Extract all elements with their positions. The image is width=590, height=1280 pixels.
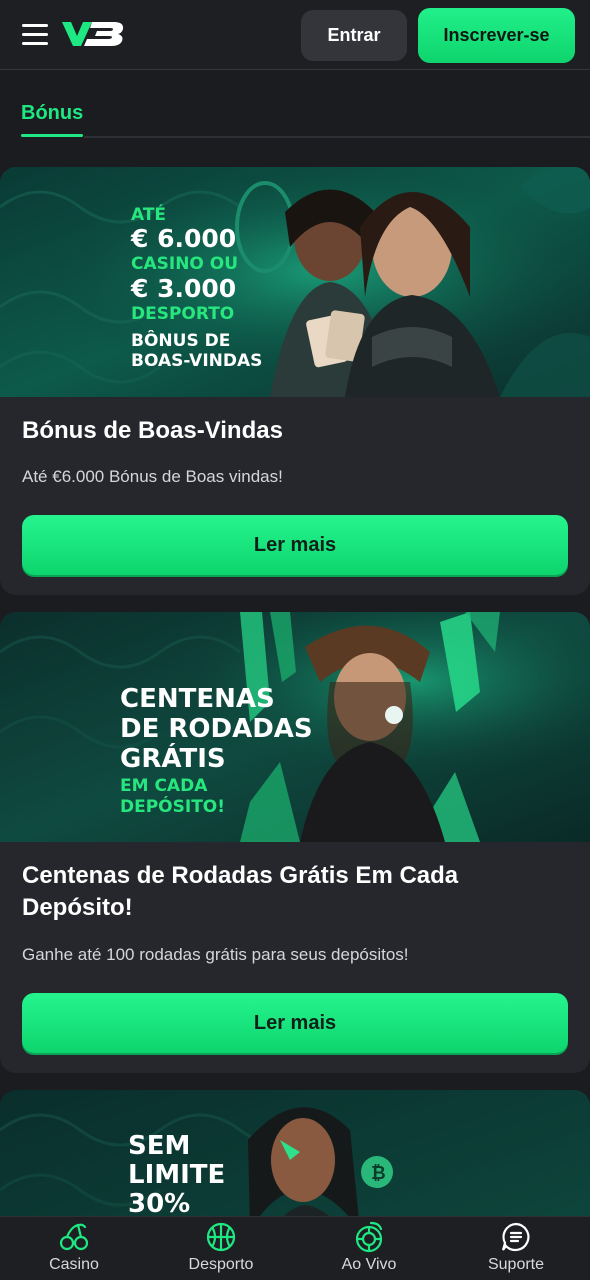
banner-line: CENTENAS	[120, 684, 275, 714]
banner-artwork	[0, 167, 590, 397]
nav-label: Casino	[49, 1256, 99, 1273]
read-more-button[interactable]: Ler mais	[22, 993, 568, 1053]
promo-banner-welcome[interactable]: ATÉ € 6.000 CASINO OU € 3.000 DESPORTO B…	[0, 167, 590, 397]
login-button[interactable]: Entrar	[301, 10, 407, 61]
promo-card-welcome: ATÉ € 6.000 CASINO OU € 3.000 DESPORTO B…	[0, 167, 590, 595]
banner-line: EM CADA	[120, 776, 208, 796]
promo-description: Até €6.000 Bónus de Boas vindas!	[22, 467, 283, 486]
banner-line: DE RODADAS	[120, 714, 313, 744]
banner-line: SEM	[128, 1131, 191, 1161]
nav-label: Suporte	[487, 1256, 545, 1273]
nav-casino[interactable]: Casino	[19, 1217, 129, 1280]
promo-title: Bónus de Boas-Vindas	[22, 417, 283, 444]
nav-sports[interactable]: Desporto	[166, 1217, 276, 1280]
tab-active-indicator	[21, 134, 83, 137]
nav-live[interactable]: Ao Vivo	[314, 1217, 424, 1280]
banner-line: € 6.000	[131, 224, 237, 253]
signup-button[interactable]: Inscrever-se	[418, 8, 575, 63]
cherries-icon	[59, 1223, 89, 1251]
banner-line: ATÉ	[131, 205, 167, 225]
promo-card-free-spins: CENTENAS DE RODADAS GRÁTIS EM CADA DEPÓS…	[0, 612, 590, 1073]
nav-support[interactable]: Suporte	[461, 1217, 571, 1280]
banner-line: GRÁTIS	[120, 744, 226, 774]
chat-icon	[501, 1222, 530, 1252]
promo-banner-free-spins[interactable]: CENTENAS DE RODADAS GRÁTIS EM CADA DEPÓS…	[0, 612, 590, 842]
banner-line: € 3.000	[131, 274, 237, 303]
banner-line: CASINO OU	[131, 254, 239, 274]
bottom-navigation: Casino Desporto Ao Vivo Suporte	[0, 1216, 590, 1280]
basketball-icon	[206, 1222, 236, 1252]
nav-label: Desporto	[188, 1256, 254, 1273]
tab-bar: Bónus	[0, 90, 590, 140]
promo-description: Ganhe até 100 rodadas grátis para seus d…	[22, 945, 409, 964]
banner-line: DEPÓSITO!	[120, 797, 226, 817]
nav-label: Ao Vivo	[341, 1256, 397, 1273]
roulette-icon	[355, 1221, 383, 1253]
banner-line: BÔNUS DE	[131, 331, 231, 351]
vb-logo[interactable]	[62, 20, 136, 48]
banner-line: 30%	[128, 1189, 191, 1219]
banner-line: BOAS-VINDAS	[131, 351, 263, 371]
tab-bonus[interactable]: Bónus	[21, 102, 83, 125]
banner-line: LIMITE	[128, 1160, 226, 1190]
menu-icon[interactable]	[22, 24, 48, 45]
svg-text:₿: ₿	[371, 1163, 386, 1184]
read-more-button[interactable]: Ler mais	[22, 515, 568, 575]
banner-line: DESPORTO	[131, 304, 235, 324]
promo-title: Centenas de Rodadas Grátis Em Cada Depós…	[22, 862, 459, 921]
tab-divider	[84, 136, 590, 138]
top-header: Entrar Inscrever-se	[0, 0, 590, 70]
